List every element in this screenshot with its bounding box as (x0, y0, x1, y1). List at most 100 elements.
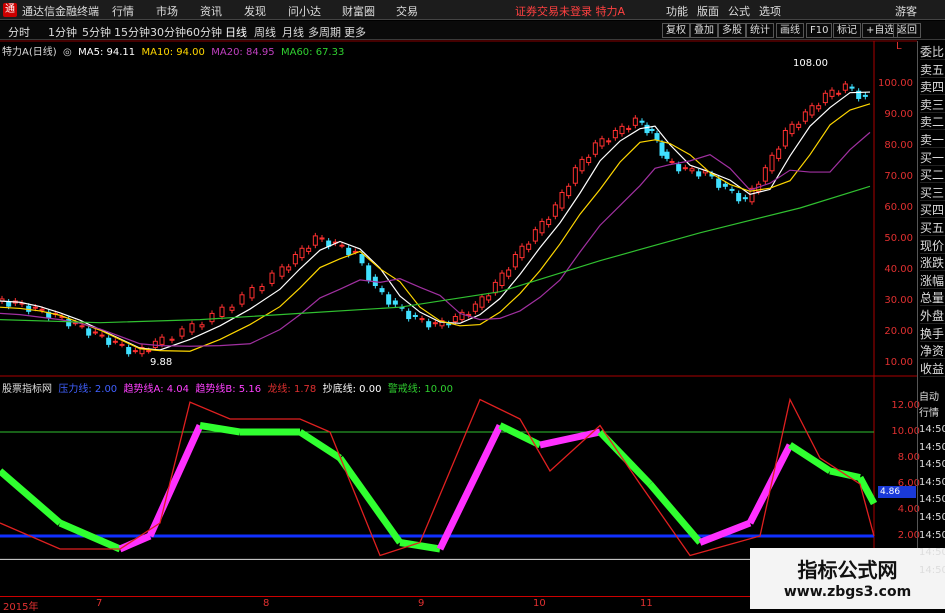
candle (312, 235, 318, 246)
trend-segment (698, 519, 752, 546)
trend-segment (298, 429, 342, 461)
candle (339, 244, 345, 247)
trend-segment (146, 424, 204, 538)
watermark-url: www.zbgs3.com (783, 584, 912, 600)
candle (132, 350, 138, 353)
candle (639, 120, 645, 123)
quote-field-label: 买五 (920, 221, 945, 236)
trend-segment (399, 539, 441, 553)
price-tick-label: 30.00 (884, 295, 913, 306)
candle (512, 254, 518, 268)
chart-canvas[interactable] (0, 0, 945, 609)
trend-segment (0, 468, 63, 526)
candle (259, 286, 265, 292)
candle (782, 130, 788, 147)
tick-time: 14:50 (919, 529, 945, 541)
candle (146, 350, 152, 353)
high-price-label: 108.00 (793, 58, 828, 69)
alert-line-label: 警戒线: 10.00 (387, 384, 453, 395)
candle (849, 86, 855, 89)
quote-field-label: 卖二 (920, 115, 945, 131)
ma20-label: MA20: 84.95 (211, 47, 275, 58)
candle (499, 272, 505, 287)
candle (159, 336, 165, 345)
auto-tab[interactable]: 自动 (919, 388, 945, 403)
candle (612, 130, 618, 139)
candle (816, 105, 822, 110)
trend-b-label: 趋势线B: 5.16 (195, 384, 262, 395)
candle (386, 294, 392, 305)
trend-segment (199, 422, 241, 436)
candle (492, 281, 498, 294)
candle (796, 123, 802, 128)
indicator-legend: 股票指标网 压力线: 2.00 趋势线A: 4.04 趋势线B: 5.16 龙线… (2, 380, 453, 395)
candle (392, 300, 398, 305)
bottom-line-label: 抄底线: 0.00 (322, 384, 382, 395)
price-tick-label: 100.00 (878, 78, 913, 89)
candle (559, 192, 565, 209)
tick-time: 14:50 (919, 424, 945, 435)
quote-field-label: 涨幅 (920, 273, 945, 289)
date-label: 8 (263, 598, 270, 609)
tick-time: 14:50 (919, 459, 945, 471)
candle (106, 337, 112, 345)
quote-field-label: 换手 (920, 326, 945, 342)
candle (532, 229, 538, 242)
candle (742, 197, 748, 200)
candle (566, 185, 572, 197)
candle (579, 158, 585, 172)
candle (299, 247, 305, 259)
indicator-tick-label: 2.00 (897, 530, 920, 541)
quote-tab[interactable]: 行情 (919, 404, 945, 419)
candle (829, 89, 835, 97)
candle (229, 306, 235, 311)
candle (644, 124, 650, 134)
trend-a-label: 趋势线A: 4.04 (123, 384, 190, 395)
indicator-name: 股票指标网 (2, 384, 52, 395)
ma5-label: MA5: 94.11 (78, 47, 136, 58)
price-tick-label: 60.00 (884, 202, 913, 213)
candle (696, 171, 702, 177)
price-tick-label: 70.00 (884, 171, 913, 182)
candle (279, 266, 285, 277)
candle (199, 324, 205, 328)
candle (526, 243, 532, 250)
watermark-title: 指标公式网 (797, 558, 898, 582)
candle (432, 322, 438, 325)
quote-field-label: 卖一 (920, 133, 945, 148)
candle (292, 254, 298, 265)
candle (606, 140, 612, 143)
tick-time: 14:50 (919, 476, 945, 488)
ma60-line (0, 185, 871, 324)
tick-time: 14:50 (919, 547, 945, 559)
candle (552, 204, 558, 217)
ma20-line (0, 131, 871, 347)
candle (546, 218, 552, 226)
trend-segment (746, 443, 794, 525)
candle (152, 340, 158, 348)
candle (6, 301, 12, 307)
price-tick-label: 20.00 (884, 326, 913, 337)
ma60-label: MA60: 67.33 (280, 47, 345, 58)
date-label: 10 (533, 598, 546, 609)
candle (359, 254, 365, 264)
candle (619, 125, 625, 135)
candle (219, 306, 225, 318)
candle (836, 92, 842, 95)
candle (306, 247, 312, 252)
candle (659, 142, 665, 156)
candle (92, 331, 98, 334)
quote-field-label: 现价 (920, 238, 945, 254)
candle (862, 94, 868, 97)
quote-field-label: 总量 (920, 291, 945, 307)
stock-title: 特力A(日线) (2, 47, 57, 58)
candle (412, 314, 418, 318)
price-tick-label: 40.00 (884, 264, 913, 275)
date-label: 2015年 (3, 602, 39, 613)
candle (539, 220, 545, 234)
candle (452, 316, 458, 323)
candle (286, 266, 292, 271)
price-tick-label: 90.00 (884, 109, 913, 120)
candle (676, 164, 682, 172)
candle (716, 178, 722, 188)
